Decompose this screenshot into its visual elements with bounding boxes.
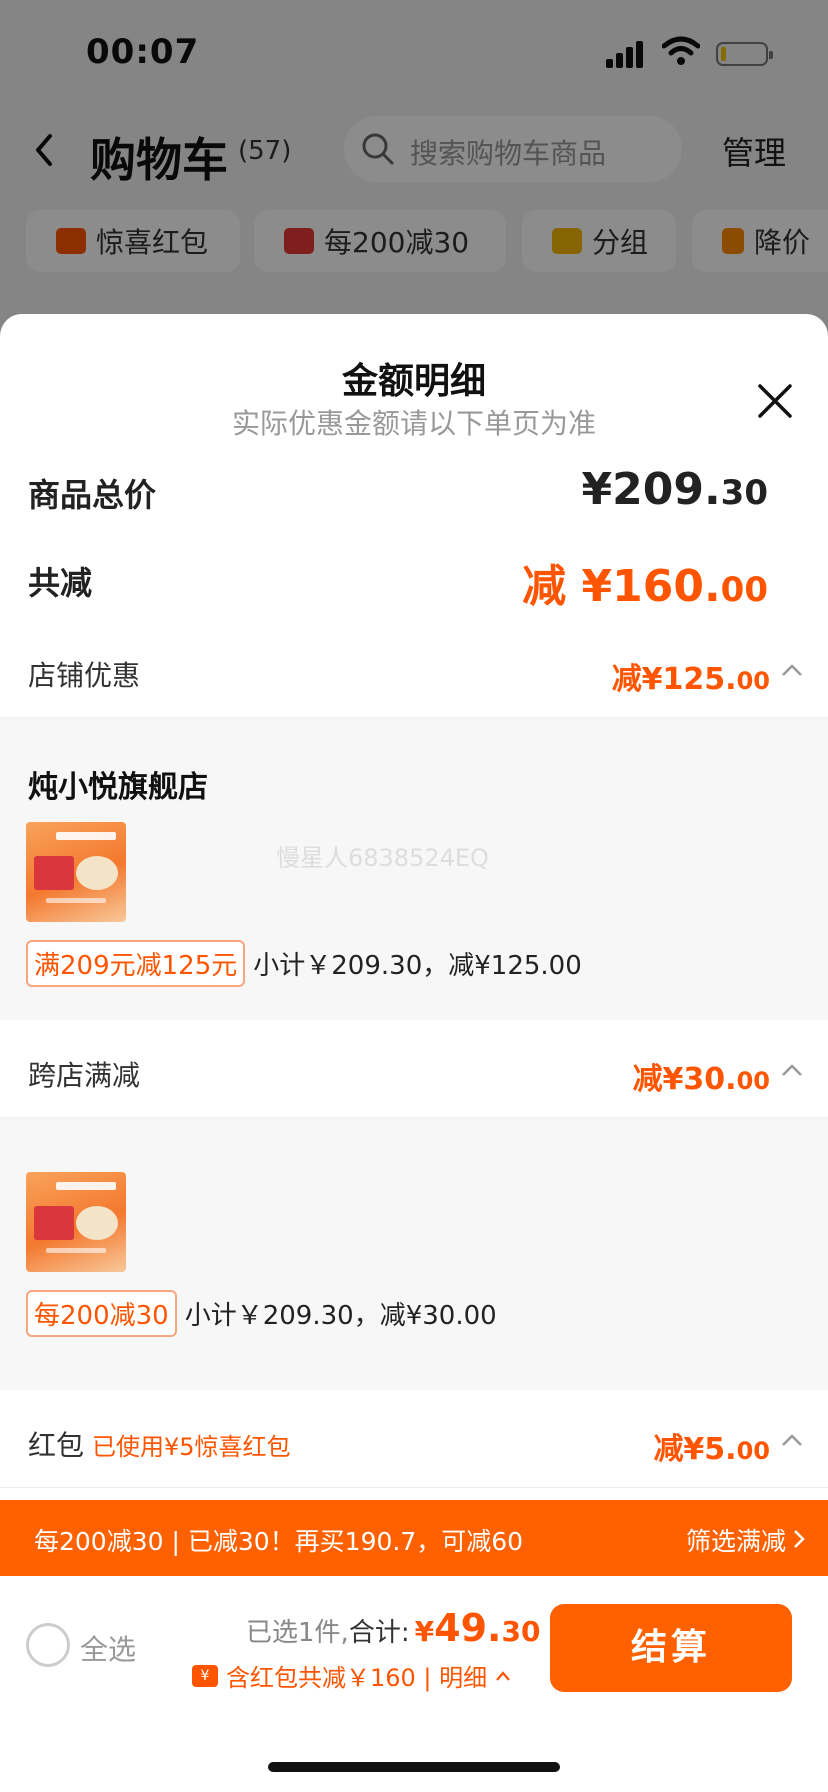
chevron-up-icon [496,1670,510,1681]
cross-shop-promo-line: 每200减30 小计￥209.30，减¥30.00 [26,1290,497,1337]
total-reduce-value: 减 ¥160.00 [522,561,768,612]
shop-discount-label: 店铺优惠 [28,659,141,692]
chevron-up-icon [782,1434,802,1446]
select-all-label[interactable]: 全选 [80,1628,136,1668]
shop-name: 炖小悦旗舰店 [28,770,208,805]
chevron-up-icon [782,664,802,676]
product-thumbnail[interactable] [26,1172,126,1272]
discount-detail-link[interactable]: ¥ 含红包共减￥160 | 明细 [192,1658,511,1693]
select-all-checkbox[interactable] [26,1623,70,1667]
chevron-up-icon [782,1064,802,1076]
promo-bar: 每200减30 | 已减30！再买190.7，可减60 筛选满减 [0,1500,828,1576]
total-price-label: 商品总价 [28,476,157,514]
filter-reduction-link[interactable]: 筛选满减 [686,1522,786,1558]
watermark: 慢星人6838524EQ [276,844,489,872]
total-price-value: ¥209.30 [581,464,768,515]
total-label: 合计: [348,1618,410,1648]
promo-tag: 满209元减125元 [26,940,246,987]
discount-text: 含红包共减￥160 | 明细 [226,1664,488,1692]
cross-shop-header[interactable]: 跨店满减 减¥30.00 [0,1032,828,1118]
promo-subtotal: 小计￥209.30，减¥30.00 [184,1301,497,1331]
chevron-right-icon [794,1530,805,1548]
summary-line: 已选1件,合计: ¥49.30 [246,1606,540,1650]
close-icon[interactable] [756,382,794,420]
red-packet-note: 已使用¥5惊喜红包 [92,1433,291,1461]
coupon-icon: ¥ [192,1664,218,1687]
product-thumbnail[interactable] [26,822,126,922]
selected-count: 已选1件, [246,1618,349,1648]
cross-shop-label: 跨店满减 [28,1059,141,1092]
cross-shop-body: 每200减30 小计￥209.30，减¥30.00 [0,1118,828,1390]
promo-tag: 每200减30 [26,1290,177,1337]
red-packet-label: 红包 已使用¥5惊喜红包 [28,1429,291,1462]
promo-bar-text: 每200减30 | 已减30！再买190.7，可减60 [34,1527,524,1556]
sheet-title: 金额明细 [341,361,486,402]
shop-discount-amount: 减¥125.00 [611,662,770,697]
home-indicator [268,1762,560,1772]
sheet-subtitle: 实际优惠金额请以下单页为准 [231,407,596,440]
shop-promo-line: 满209元减125元 小计￥209.30，减¥125.00 [26,940,582,987]
red-packet-amount: 减¥5.00 [653,1432,770,1467]
total-price: ¥49.30 [414,1606,541,1650]
promo-subtotal: 小计￥209.30，减¥125.00 [253,951,582,981]
checkout-bar: 全选 已选1件,合计: ¥49.30 ¥ 含红包共减￥160 | 明细 结算 [0,1576,828,1792]
red-packet-header[interactable]: 红包 已使用¥5惊喜红包 减¥5.00 [0,1402,828,1488]
checkout-button[interactable]: 结算 [550,1604,792,1692]
cross-shop-amount: 减¥30.00 [632,1062,770,1097]
shop-discount-header[interactable]: 店铺优惠 减¥125.00 [0,632,828,718]
total-reduce-label: 共减 [28,564,93,602]
